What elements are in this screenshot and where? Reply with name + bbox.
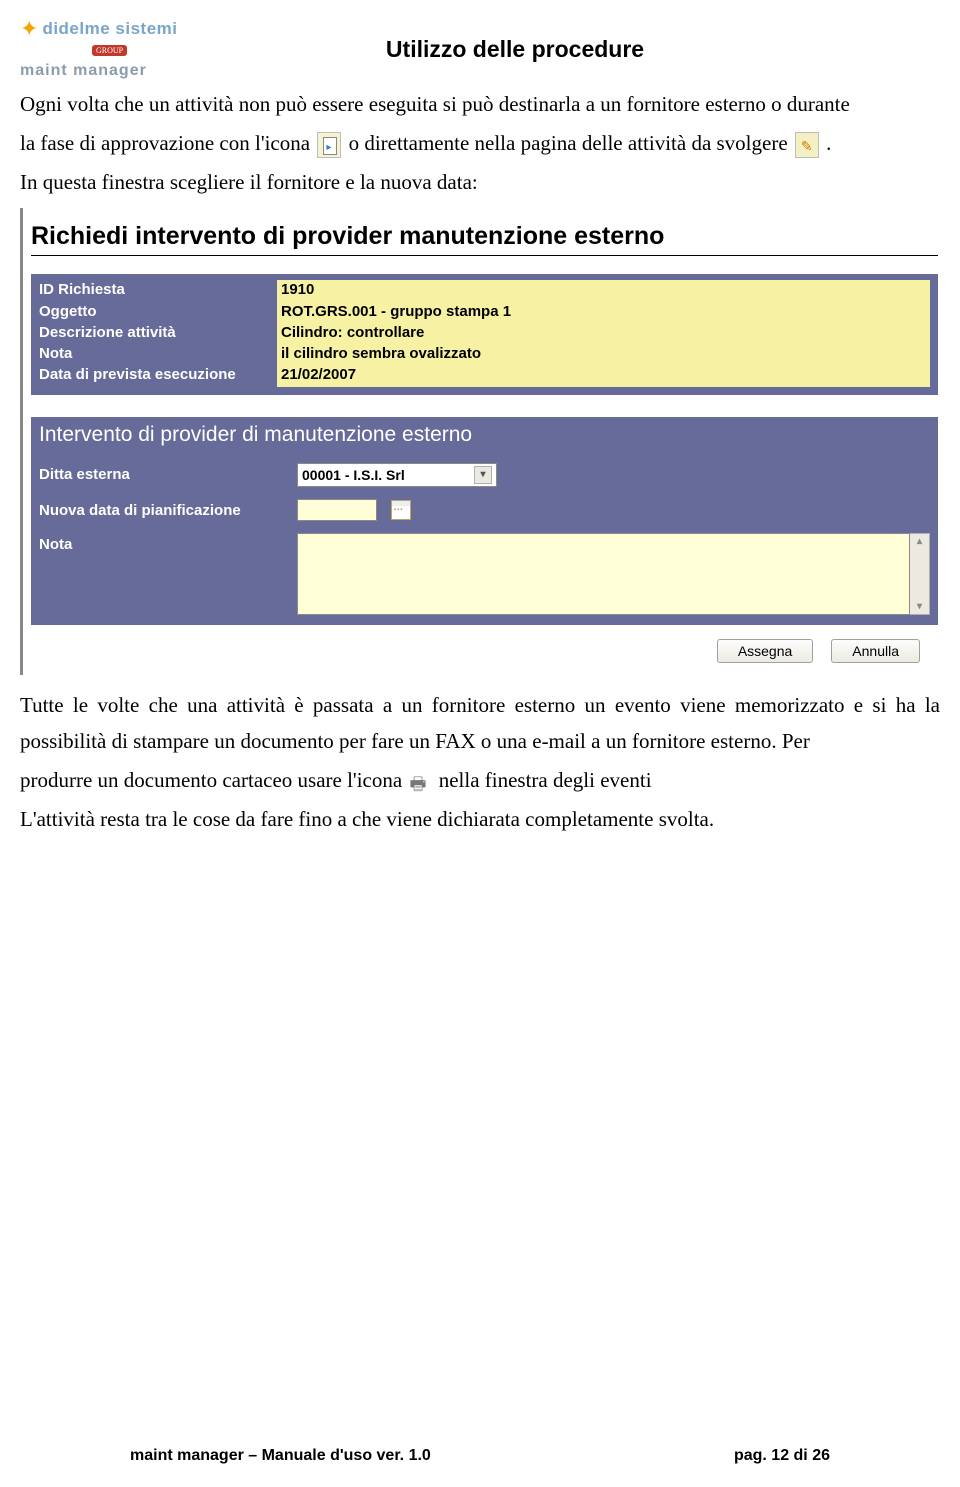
chevron-down-icon[interactable]: ▾ [474, 466, 492, 484]
divider [31, 255, 938, 256]
logo: ✦ didelme sistemi GROUP maint manager [20, 18, 190, 80]
footer-right: pag. 12 di 26 [734, 1447, 830, 1465]
doc-title: Utilizzo delle procedure [210, 36, 940, 63]
paragraph: L'attività resta tra le cose da fare fin… [20, 801, 940, 838]
logo-company: didelme sistemi [42, 19, 177, 39]
label-nota: Nota [39, 344, 277, 365]
label-data-prev: Data di prevista esecuzione [39, 365, 277, 386]
paragraph: Tutte le volte che una attività è passat… [20, 687, 940, 761]
provider-fields: Ditta esterna 00001 - I.S.I. Srl ▾ Nuova… [31, 453, 938, 625]
value-id: 1910 [277, 280, 930, 301]
form-title: Richiedi intervento di provider manutenz… [31, 222, 938, 251]
value-nota: il cilindro sembra ovalizzato [277, 344, 930, 365]
body-text: Tutte le volte che una attività è passat… [20, 687, 940, 838]
nuova-data-input[interactable] [297, 499, 377, 521]
print-icon [409, 771, 431, 793]
ditta-selected-value: 00001 - I.S.I. Srl [302, 467, 405, 483]
label-nuova-data: Nuova data di pianificazione [39, 499, 297, 519]
page-footer: maint manager – Manuale d'uso ver. 1.0 p… [0, 1447, 960, 1465]
paragraph: produrre un documento cartaceo usare l'i… [20, 762, 940, 799]
value-oggetto: ROT.GRS.001 - gruppo stampa 1 [277, 302, 930, 323]
value-data-prev: 21/02/2007 [277, 365, 930, 386]
request-info-block: ID Richiesta 1910 Oggetto ROT.GRS.001 - … [31, 274, 938, 394]
label-oggetto: Oggetto [39, 302, 277, 323]
scroll-down-icon[interactable]: ▾ [917, 601, 922, 612]
section-title: Intervento di provider di manutenzione e… [31, 417, 938, 453]
file-icon [317, 132, 341, 158]
tool-icon [795, 132, 819, 158]
scroll-up-icon[interactable]: ▴ [917, 536, 922, 547]
paragraph: la fase di approvazione con l'icona o di… [20, 125, 940, 162]
label-nota2: Nota [39, 533, 297, 553]
footer-left: maint manager – Manuale d'uso ver. 1.0 [130, 1447, 431, 1465]
assegna-button[interactable]: Assegna [717, 639, 813, 663]
label-ditta: Ditta esterna [39, 463, 297, 483]
logo-group-badge: GROUP [92, 45, 127, 56]
value-descr: Cilindro: controllare [277, 323, 930, 344]
ditta-select[interactable]: 00001 - I.S.I. Srl ▾ [297, 463, 497, 487]
body-text: Ogni volta che un attività non può esser… [20, 86, 940, 200]
paragraph: In questa finestra scegliere il fornitor… [20, 164, 940, 201]
nota-textarea[interactable] [297, 533, 910, 615]
logo-product: maint manager [20, 62, 190, 80]
label-descr: Descrizione attività [39, 323, 277, 344]
page-header: ✦ didelme sistemi GROUP maint manager Ut… [20, 18, 940, 80]
paragraph: Ogni volta che un attività non può esser… [20, 86, 940, 123]
logo-swirl-icon: ✦ [20, 18, 38, 40]
calendar-icon[interactable] [391, 500, 411, 520]
scrollbar[interactable]: ▴ ▾ [910, 533, 930, 615]
button-row: Assegna Annulla [31, 625, 938, 663]
annulla-button[interactable]: Annulla [831, 639, 920, 663]
label-id: ID Richiesta [39, 280, 277, 301]
form-window: Richiedi intervento di provider manutenz… [20, 208, 940, 674]
